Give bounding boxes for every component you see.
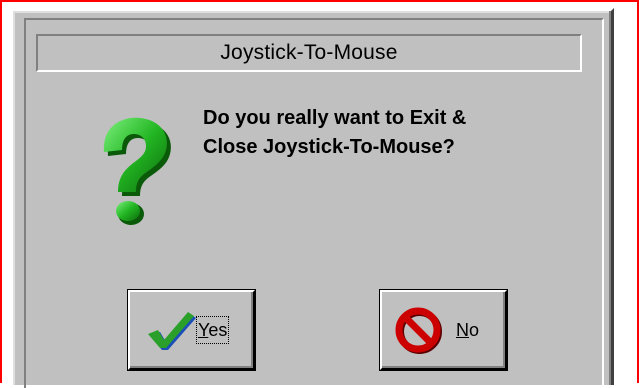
no-button[interactable]: No — [380, 290, 507, 370]
message-line-2: Close Joystick-To-Mouse? — [203, 136, 455, 158]
checkmark-icon — [148, 312, 196, 350]
no-label-rest: o — [469, 320, 480, 340]
dialog-title: Joystick-To-Mouse — [220, 41, 398, 64]
message-line-1: Do you really want to Exit & — [203, 107, 467, 129]
dialog-message: Do you really want to Exit & Close Joyst… — [203, 104, 466, 162]
no-button-label: No — [456, 317, 479, 343]
yes-label-rest: es — [208, 320, 228, 340]
yes-button-label: Yes — [196, 316, 230, 344]
no-mnemonic: N — [456, 320, 469, 340]
yes-mnemonic: Y — [198, 320, 209, 340]
dialog-title-bar: Joystick-To-Mouse — [36, 34, 582, 72]
no-sign-icon — [395, 307, 442, 354]
question-mark-icon — [103, 117, 171, 225]
yes-button[interactable]: Yes — [128, 290, 255, 370]
